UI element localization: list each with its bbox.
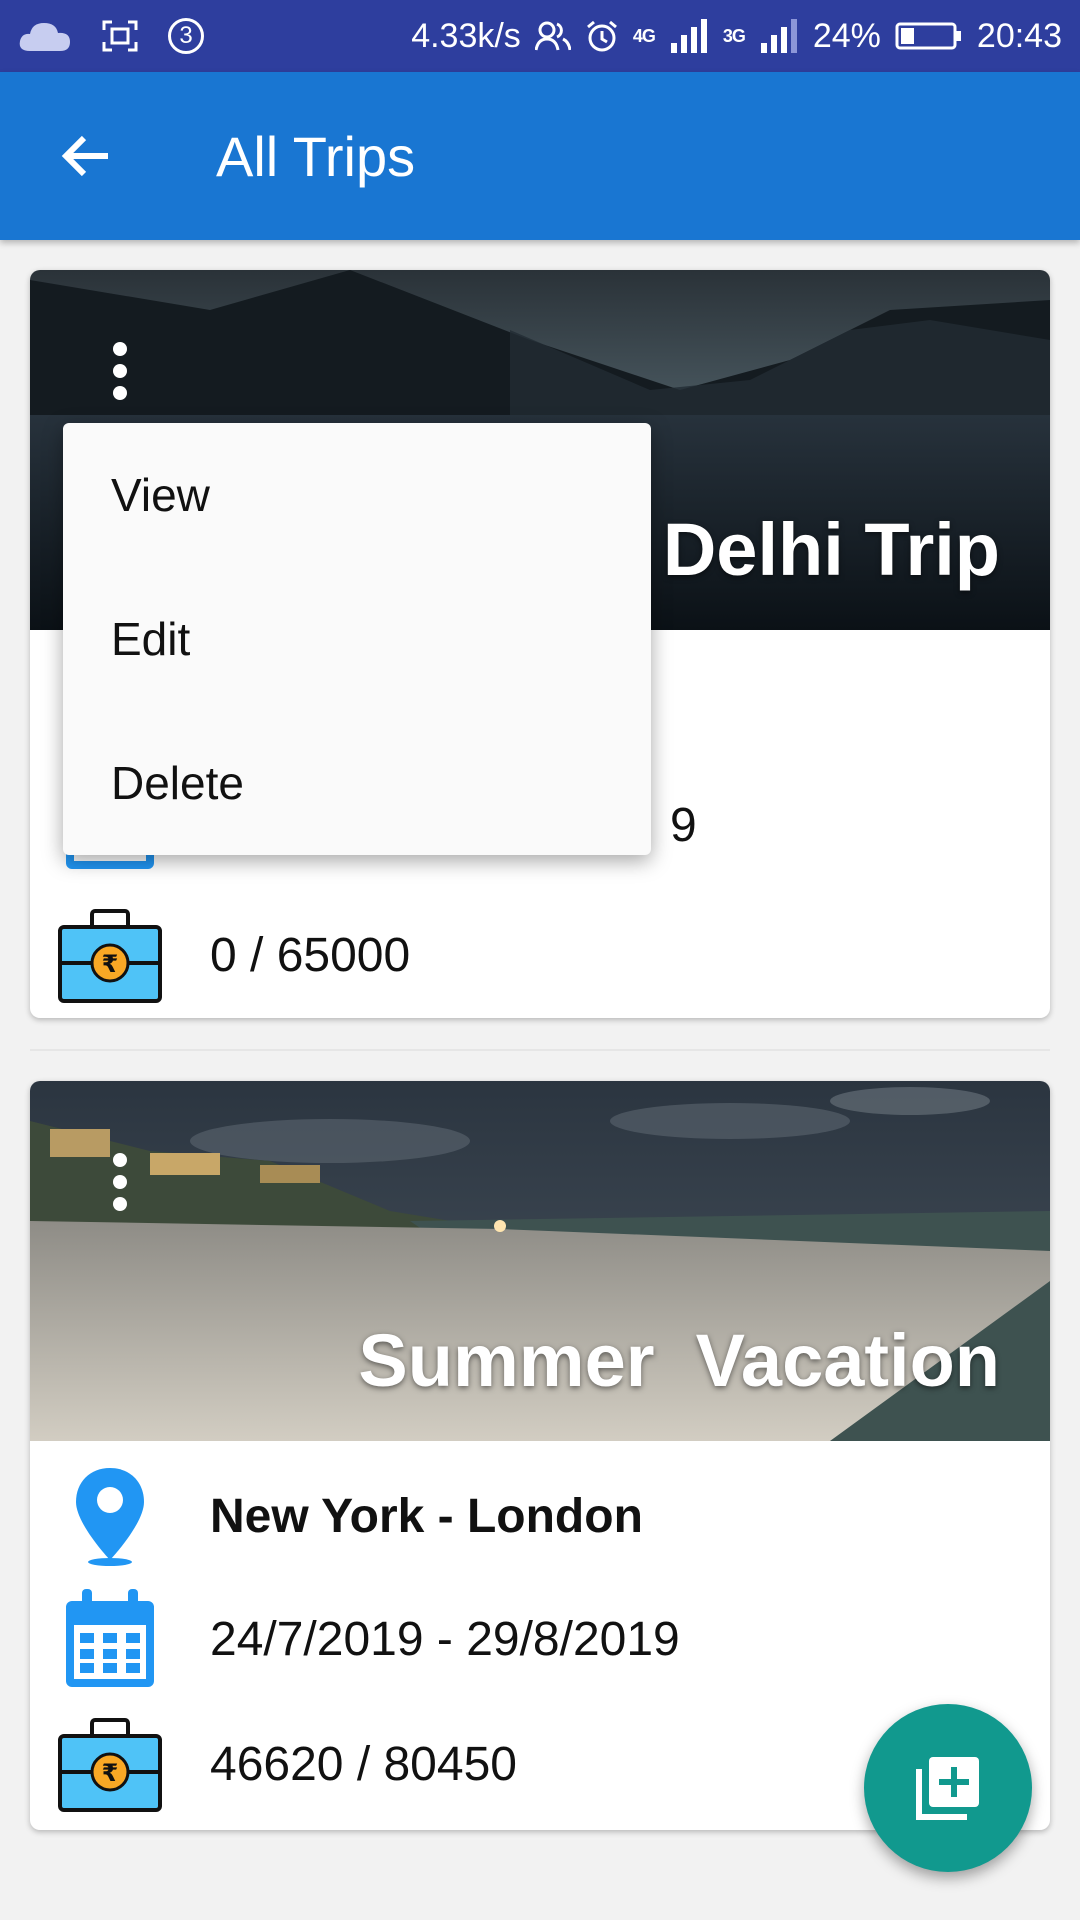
cloud-icon: [19, 23, 70, 51]
status-bar: 3 4.33k/s 4G 3G 24% 20:43: [0, 0, 1080, 72]
svg-text:₹: ₹: [102, 1759, 119, 1787]
menu-item-delete[interactable]: Delete: [63, 711, 651, 855]
signal-strength-2-icon: [760, 19, 797, 53]
page-title: All Trips: [216, 125, 416, 188]
budget-briefcase-icon: ₹: [58, 1712, 162, 1816]
list-divider: [30, 1049, 1050, 1051]
trip-context-menu: View Edit Delete: [63, 423, 651, 855]
add-to-library-icon: [916, 1757, 979, 1820]
signal-type-secondary: 3G: [722, 25, 746, 46]
battery-percent: 24%: [812, 16, 881, 55]
network-speed: 4.33k/s: [411, 16, 521, 55]
trip-budget: 0 / 65000: [210, 928, 411, 982]
signal-type-primary: 4G: [632, 25, 656, 46]
trip-route-row: New York - London: [30, 1461, 1050, 1571]
contacts-icon: [534, 21, 571, 51]
arrow-back-icon[interactable]: [56, 126, 116, 186]
trip-card[interactable]: Summer Vacation New York - London 24/7/2…: [30, 1081, 1050, 1830]
screenshot-icon: [102, 20, 138, 52]
trip-budget-row: ₹ 0 / 65000: [30, 900, 1050, 1010]
app-bar: All Trips: [0, 72, 1080, 240]
trip-dates: 24/7/2019 - 29/8/2019: [210, 1612, 680, 1666]
trip-dates: 9: [670, 798, 697, 852]
add-trip-button[interactable]: [864, 1704, 1032, 1872]
trip-budget: 46620 / 80450: [210, 1737, 517, 1791]
calendar-icon: [58, 1587, 162, 1691]
trip-title: Summer Vacation: [358, 1319, 1000, 1402]
overflow-menu-button[interactable]: [90, 326, 150, 416]
location-pin-icon: [58, 1464, 162, 1568]
clock: 20:43: [976, 16, 1062, 55]
menu-item-view[interactable]: View: [63, 423, 651, 567]
notification-count-badge: 3: [168, 18, 204, 54]
budget-briefcase-icon: ₹: [58, 903, 162, 1007]
battery-icon: [895, 22, 961, 50]
signal-strength-icon: [670, 19, 707, 53]
trip-cover-image: Summer Vacation: [30, 1081, 1050, 1441]
menu-item-edit[interactable]: Edit: [63, 567, 651, 711]
trip-title: r Delhi Trip: [613, 508, 1000, 591]
trip-dates-row: 24/7/2019 - 29/8/2019: [30, 1584, 1050, 1694]
svg-text:₹: ₹: [102, 950, 119, 978]
overflow-menu-button[interactable]: [90, 1137, 150, 1227]
trip-route: New York - London: [210, 1489, 643, 1543]
alarm-icon: [586, 20, 617, 52]
